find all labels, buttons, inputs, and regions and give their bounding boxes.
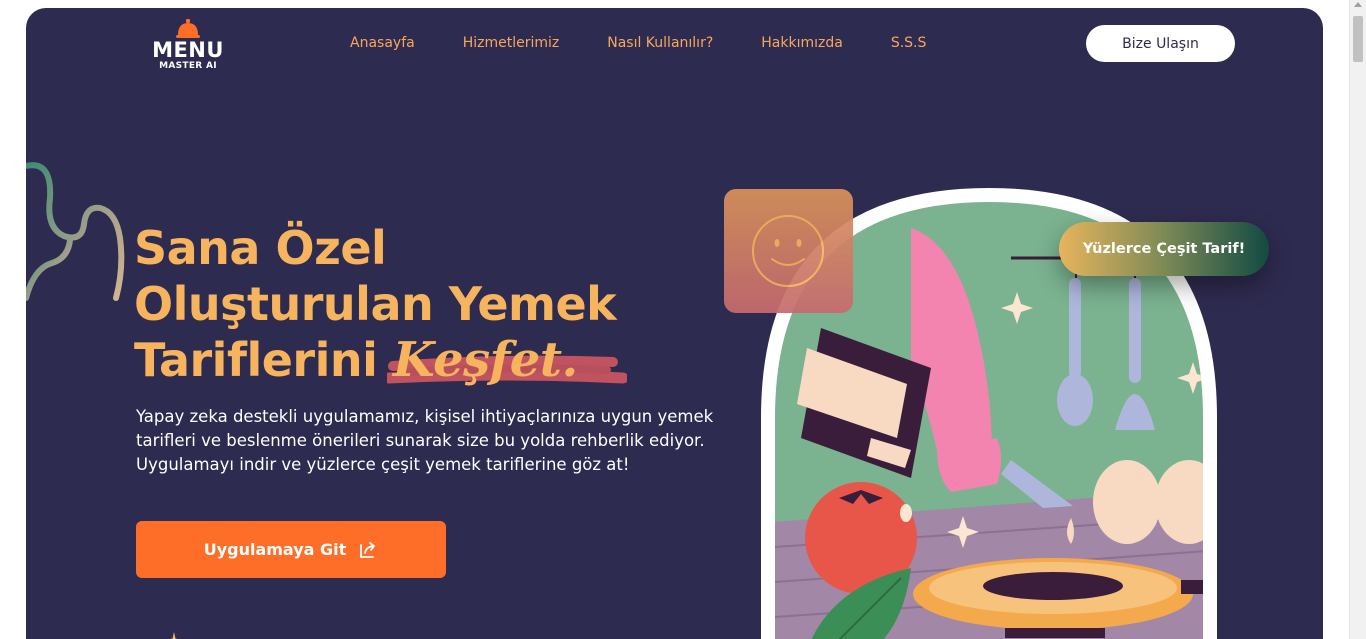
page: MENU MASTER AI Anasayfa Hizmetlerimiz Na… (0, 0, 1366, 639)
smiley-icon (752, 215, 824, 287)
headline-highlight: Keşfet. (386, 332, 627, 388)
contact-button[interactable]: Bize Ulaşın (1086, 25, 1235, 62)
go-to-app-button[interactable]: Uygulamaya Git (136, 521, 446, 578)
brand-name: MENU (152, 38, 224, 62)
nav-item-sss[interactable]: S.S.S (891, 35, 927, 51)
brand-tagline: MASTER AI (159, 61, 217, 71)
nav-item-anasayfa[interactable]: Anasayfa (350, 35, 415, 51)
external-link-icon (360, 541, 376, 558)
brand-logo[interactable]: MENU MASTER AI (148, 18, 228, 82)
hero-headline: Sana Özel Oluşturulan Yemek Tariflerini … (134, 220, 734, 388)
recipes-badge: Yüzlerce Çeşit Tarif! (1059, 222, 1269, 276)
headline-line-1: Sana Özel (134, 221, 387, 275)
scroll-thumb[interactable] (1353, 16, 1363, 62)
hero-section: MENU MASTER AI Anasayfa Hizmetlerimiz Na… (26, 8, 1323, 639)
smiley-card (724, 189, 853, 313)
sparkle-icon (170, 632, 178, 639)
headline-line-2: Oluşturulan Yemek (134, 277, 617, 331)
main-nav: Anasayfa Hizmetlerimiz Nasıl Kullanılır?… (350, 35, 926, 51)
headline-line-3-text: Tariflerini (134, 333, 378, 387)
scroll-up-arrow-icon[interactable] (1354, 2, 1362, 7)
nav-item-hizmetlerimiz[interactable]: Hizmetlerimiz (463, 35, 560, 51)
headline-line-3: Tariflerini Keşfet. (134, 332, 734, 388)
headline-highlight-text: Keşfet. (392, 332, 578, 388)
page-scrollbar[interactable] (1349, 0, 1366, 639)
nav-item-nasil-kullanilir[interactable]: Nasıl Kullanılır? (607, 35, 713, 51)
hero-description: Yapay zeka destekli uygulamamız, kişisel… (136, 407, 714, 474)
cloche-icon (176, 19, 200, 38)
go-to-app-label: Uygulamaya Git (203, 540, 347, 559)
nav-item-hakkimizda[interactable]: Hakkımızda (761, 35, 843, 51)
